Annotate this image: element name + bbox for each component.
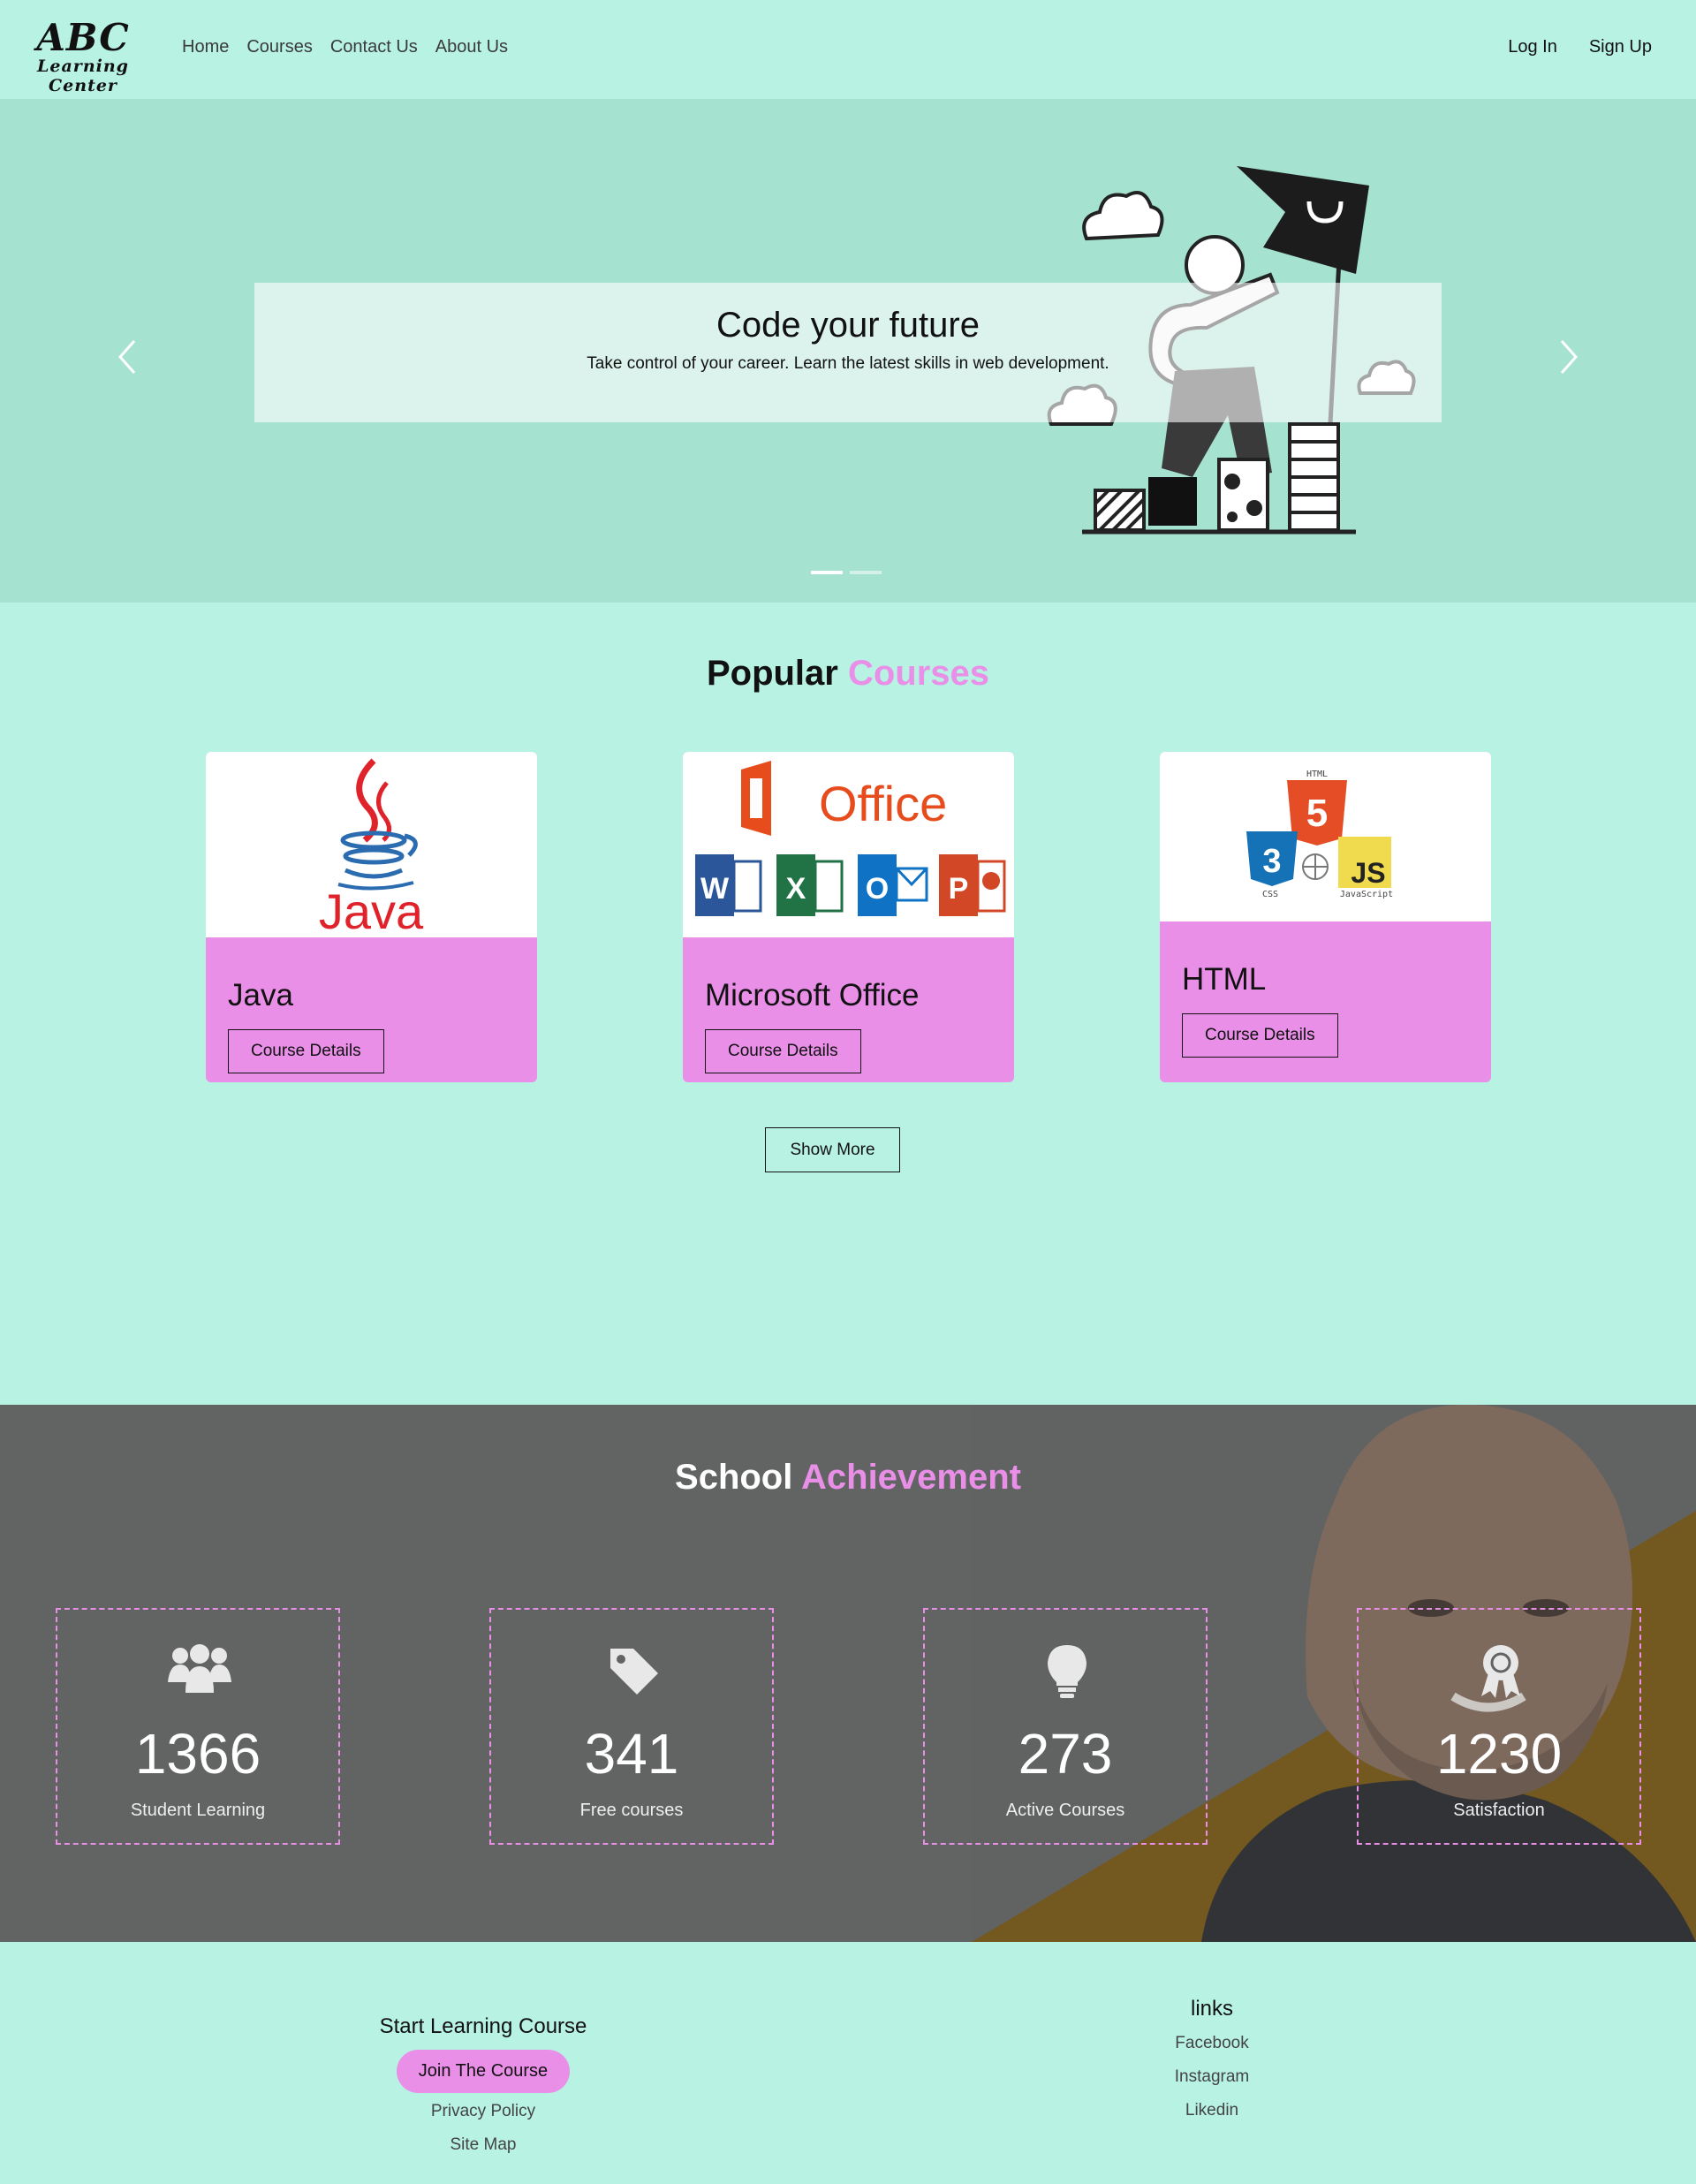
linkedin-link[interactable]: Likedin: [1062, 2101, 1362, 2120]
brand-logo-line1: ABC: [36, 16, 130, 59]
stat-card-free-courses: 341 Free courses: [489, 1608, 774, 1845]
signup-link[interactable]: Sign Up: [1589, 37, 1652, 57]
java-logo-icon: Java: [319, 758, 424, 939]
achievement-title-plain: School: [675, 1458, 793, 1497]
lightbulb-icon: [1048, 1645, 1086, 1698]
footer-start-learning: Start Learning Course Join The Course Pr…: [333, 2014, 633, 2155]
course-name: Microsoft Office: [705, 978, 920, 1012]
hero-subtitle: Take control of your career. Learn the l…: [587, 354, 1109, 373]
users-icon: [168, 1644, 231, 1693]
award-icon: [1481, 1645, 1520, 1698]
courses-section-title: Popular Courses: [0, 654, 1696, 694]
privacy-policy-link[interactable]: Privacy Policy: [333, 2102, 633, 2121]
office-logo-image: Office W X O P: [683, 752, 1014, 937]
carousel-indicators: [811, 571, 882, 574]
brand-logo-line2: Learning Center: [37, 57, 129, 95]
facebook-link[interactable]: Facebook: [1062, 2034, 1362, 2053]
footer-links-heading: links: [1190, 1997, 1233, 2021]
course-name: Java: [228, 978, 293, 1012]
stat-label: Free courses: [579, 1801, 684, 1820]
office-logo-icon: Office W X O P: [695, 761, 1006, 916]
main-nav: Home Courses Contact Us About Us: [182, 37, 526, 57]
outlook-letter: O: [866, 872, 889, 906]
brand-logo[interactable]: ABC Learning Center: [12, 16, 154, 96]
course-card-java: Java Java Course Details: [206, 752, 537, 1082]
html-css-js-logo-icon: HTML 5 3 JS CSS JavaScript: [1246, 770, 1393, 899]
office-logo-text: Office: [819, 776, 947, 831]
achievement-title-accent: Achievement: [801, 1458, 1021, 1497]
course-details-button-microsoft-office[interactable]: Course Details: [705, 1029, 861, 1073]
show-more-button[interactable]: Show More: [765, 1127, 900, 1172]
excel-letter: X: [786, 872, 806, 906]
course-card-microsoft-office: Office W X O P Microsoft Office Course D…: [683, 752, 1014, 1082]
achievement-section-title: School Achievement: [0, 1458, 1696, 1498]
carousel-prev-icon[interactable]: [111, 330, 143, 383]
courses-title-accent: Courses: [847, 654, 990, 693]
stat-card-active-courses: 273 Active Courses: [923, 1608, 1208, 1845]
html-logo-image: HTML 5 3 JS CSS JavaScript: [1160, 752, 1491, 921]
powerpoint-letter: P: [949, 872, 969, 906]
hero-title: Code your future: [716, 306, 980, 345]
carousel-next-icon[interactable]: [1553, 330, 1585, 383]
nav-link-courses[interactable]: Courses: [246, 37, 312, 57]
stat-value: 1230: [1435, 1722, 1563, 1786]
auth-links: Log In Sign Up: [1476, 37, 1652, 57]
login-link[interactable]: Log In: [1508, 37, 1557, 57]
join-course-button[interactable]: Join The Course: [396, 2050, 571, 2093]
stat-label: Active Courses: [1005, 1801, 1125, 1820]
stat-card-satisfaction: 1230 Satisfaction: [1357, 1608, 1641, 1845]
hero-carousel: Code your future Take control of your ca…: [0, 99, 1696, 603]
word-letter: W: [700, 872, 730, 906]
tag-icon: [610, 1649, 658, 1695]
navbar: ABC Learning Center Home Courses Contact…: [0, 0, 1696, 99]
nav-link-contact-us[interactable]: Contact Us: [330, 37, 418, 57]
course-details-button-html[interactable]: Course Details: [1182, 1013, 1338, 1058]
carousel-caption: Code your future Take control of your ca…: [254, 283, 1442, 422]
stat-label: Student Learning: [130, 1801, 266, 1820]
course-name: HTML: [1182, 962, 1267, 997]
java-logo-text: Java: [319, 883, 424, 937]
carousel-indicator-1[interactable]: [811, 571, 843, 574]
css3-number: 3: [1262, 843, 1281, 880]
instagram-link[interactable]: Instagram: [1062, 2067, 1362, 2087]
stat-value: 273: [1018, 1722, 1113, 1786]
site-map-link[interactable]: Site Map: [333, 2135, 633, 2155]
footer: Start Learning Course Join The Course Pr…: [0, 1942, 1696, 2184]
stat-label: Satisfaction: [1453, 1801, 1545, 1820]
nav-link-home[interactable]: Home: [182, 37, 229, 57]
stat-value: 341: [584, 1722, 679, 1786]
html-caption: HTML: [1306, 770, 1328, 779]
course-details-button-java[interactable]: Course Details: [228, 1029, 384, 1073]
achievement-section: School Achievement 1366 Student Learning…: [0, 1405, 1696, 1942]
java-logo-image: Java: [206, 752, 537, 939]
course-card-html: HTML 5 3 JS CSS JavaScript HTML Course D…: [1160, 752, 1491, 1082]
carousel-indicator-2[interactable]: [850, 571, 882, 574]
stat-card-students: 1366 Student Learning: [56, 1608, 340, 1845]
css-caption: CSS: [1262, 890, 1278, 899]
courses-title-plain: Popular: [706, 654, 838, 693]
stat-value: 1366: [134, 1722, 261, 1786]
footer-start-heading: Start Learning Course: [379, 2014, 587, 2038]
javascript-caption: JavaScript: [1340, 890, 1393, 899]
footer-links: links Facebook Instagram Likedin: [1062, 1997, 1362, 2120]
js-text: JS: [1351, 857, 1385, 889]
html5-number: 5: [1306, 792, 1328, 835]
nav-link-about-us[interactable]: About Us: [435, 37, 508, 57]
